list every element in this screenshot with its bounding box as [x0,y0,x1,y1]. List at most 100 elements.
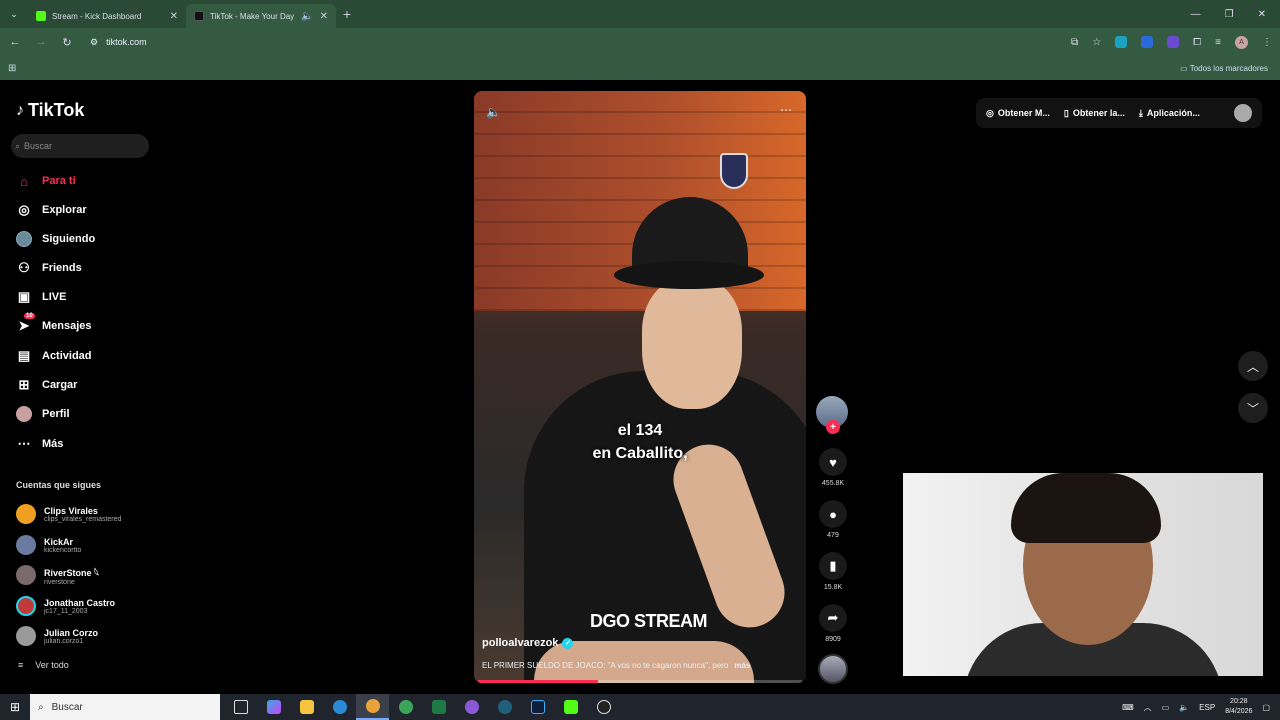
bookmark-star-icon[interactable]: ☆ [1092,37,1101,48]
avatar [16,504,36,524]
extension-icon[interactable] [1115,36,1128,48]
coin-icon: ◎ [986,107,994,118]
windows-start-icon[interactable]: ⊞ [0,700,30,714]
chrome-icon[interactable] [356,694,389,720]
following-account[interactable]: Clips Virales clips_virales_remastered [16,500,121,528]
nav-for-you[interactable]: ⌂ Para ti [16,170,76,192]
comment-button[interactable]: ● 479 [816,500,850,539]
nav-following[interactable]: Siguiendo [16,228,95,250]
copilot-icon[interactable] [257,694,290,720]
more-icon: ⋯ [17,436,31,451]
comment-icon: ● [819,500,847,528]
keyboard-icon[interactable]: ⌨ [1122,703,1134,712]
obs-icon[interactable] [587,694,620,720]
following-account[interactable]: Jonathan Castro jc17_11_2003 [16,592,115,620]
following-account[interactable]: RiverStone 𓆩 riverstone [16,561,99,589]
follow-button[interactable]: + [826,420,840,434]
previous-video-button[interactable]: ︿ [1238,351,1268,381]
install-app-icon[interactable]: ⧉ [1071,37,1078,48]
kick-icon[interactable] [554,694,587,720]
get-coins-button[interactable]: ◎ Obtener M... [986,108,1050,119]
minimize-icon[interactable]: — [1191,9,1201,20]
browser-tab-tiktok[interactable]: TikTok - Make Your Day 🔈 ✕ [186,4,336,28]
volume-icon[interactable]: 🔈 [486,105,501,119]
close-window-icon[interactable]: ✕ [1258,9,1266,20]
excel-icon[interactable] [422,694,455,720]
search-input[interactable]: ⌕ Buscar [11,134,149,158]
nav-messages[interactable]: ➤ 10 Mensajes [16,313,92,337]
comment-count: 479 [827,532,839,539]
reload-icon[interactable]: ↻ [60,36,74,49]
clock[interactable]: 20:28 8/4/2026 [1225,697,1252,717]
save-button[interactable]: ▮ 15.8K [816,552,850,591]
volume-icon[interactable]: 🔈 [1179,703,1189,712]
task-view-icon[interactable] [224,694,257,720]
following-account[interactable]: Julian Corzo julian.corzo1 [16,622,98,650]
site-info-icon[interactable]: ⚙ [90,37,98,48]
extension-icon[interactable] [1141,36,1154,48]
next-video-button[interactable]: ﹀ [1238,393,1268,423]
see-all-link[interactable]: ≡ Ver todo [18,660,69,670]
video-player[interactable]: 🔈 ⋯ el 134 en Caballito, DGO STREAM poll… [474,91,806,683]
extension-icon[interactable] [1167,36,1180,48]
forward-icon[interactable]: → [34,36,48,48]
apps-grid-icon[interactable]: ⊞ [8,63,16,74]
url-field[interactable]: ⚙ tiktok.com [90,32,1010,52]
app-icon[interactable] [488,694,521,720]
language-indicator[interactable]: ESP [1199,703,1215,712]
speaker-icon[interactable]: 🔈 [301,11,313,22]
nav-activity[interactable]: ▤ Actividad [16,345,92,367]
like-button[interactable]: ♥ 455.8K [816,448,850,487]
file-explorer-icon[interactable] [290,694,323,720]
nav-profile[interactable]: Perfil [16,403,70,425]
all-bookmarks-link[interactable]: ▭ Todos los marcadores [1180,64,1272,73]
back-icon[interactable]: ← [8,36,22,48]
nav-more[interactable]: ⋯ Más [16,433,64,455]
more-options-icon[interactable]: ⋯ [780,103,792,117]
browser-menu-icon[interactable]: ⋮ [1262,37,1272,48]
folder-icon: ▭ [1180,63,1188,73]
network-icon[interactable]: ▭ [1162,703,1170,712]
nav-upload[interactable]: ⊞ Cargar [16,374,78,396]
video-progress-bar[interactable] [478,680,802,683]
close-tab-icon[interactable]: ✕ [320,11,328,22]
share-count: 8909 [825,636,841,643]
video-subtitle: el 134 en Caballito, [592,422,688,462]
app-icon[interactable] [455,694,488,720]
notifications-icon[interactable]: ▢ [1262,703,1270,712]
video-author[interactable]: polloalvarezok ✓ [482,637,574,649]
restore-icon[interactable]: ❐ [1225,9,1234,20]
user-avatar[interactable] [1234,104,1252,122]
avatar [16,565,36,585]
sound-avatar[interactable] [818,654,848,684]
upload-icon: ⊞ [18,377,30,392]
chevron-up-icon: ︿ [1246,359,1259,374]
reading-list-icon[interactable]: ≡ [1215,37,1221,48]
more-link[interactable]: más [734,661,750,670]
video-description: EL PRIMER SUELDO DE JOACO: "A vos no te … [482,661,751,670]
get-app-button[interactable]: ▯ Obtener la... [1064,108,1125,119]
extensions-puzzle-icon[interactable]: ⧠ [1193,37,1201,48]
channel-logo-icon [720,153,748,189]
share-button[interactable]: ➦ 8909 [816,604,850,643]
nav-live[interactable]: ▣ LIVE [16,286,67,308]
chrome-profile-icon[interactable] [389,694,422,720]
browser-tab-kick[interactable]: Stream - Kick Dashboard ✕ [28,4,186,28]
nav-explore[interactable]: ◎ Explorar [16,199,86,221]
edge-icon[interactable] [323,694,356,720]
home-icon: ⌂ [20,173,28,189]
following-account[interactable]: KickAr kickencortto [16,531,81,559]
following-avatar-icon [16,231,32,247]
tray-chevron-icon[interactable]: ︿ [1144,702,1152,713]
browser-tab-bar: ⌄ Stream - Kick Dashboard ✕ TikTok - Mak… [0,0,1280,28]
live-icon: ▣ [17,289,31,304]
photoshop-icon[interactable] [521,694,554,720]
new-tab-button[interactable]: + [336,6,358,22]
nav-friends[interactable]: ⚇ Friends [16,257,82,279]
taskbar-search[interactable]: ⌕ Buscar [30,694,220,720]
desktop-app-button[interactable]: ⤓ Aplicación... [1139,108,1200,119]
profile-avatar[interactable]: A [1235,35,1248,49]
tiktok-logo[interactable]: ♪ TikTok [16,100,84,121]
tab-search-icon[interactable]: ⌄ [0,0,28,28]
close-tab-icon[interactable]: ✕ [170,11,178,22]
